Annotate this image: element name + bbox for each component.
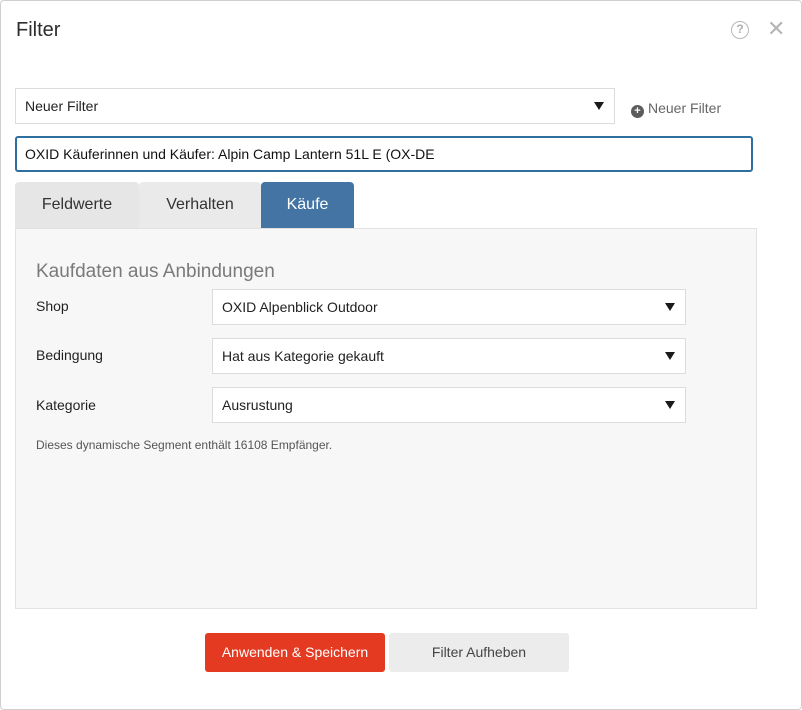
shop-select-value: OXID Alpenblick Outdoor	[222, 299, 378, 315]
apply-save-button[interactable]: Anwenden & Speichern	[205, 633, 385, 672]
help-icon[interactable]: ?	[731, 21, 749, 39]
new-filter-label: Neuer Filter	[648, 100, 722, 116]
category-label: Kategorie	[36, 397, 96, 413]
condition-label: Bedingung	[36, 347, 103, 363]
category-select[interactable]: Ausrustung	[212, 387, 686, 423]
caret-down-icon	[665, 303, 675, 311]
shop-label: Shop	[36, 298, 69, 314]
shop-select[interactable]: OXID Alpenblick Outdoor	[212, 289, 686, 325]
caret-down-icon	[665, 401, 675, 409]
caret-down-icon	[594, 102, 604, 110]
filter-select-value: Neuer Filter	[25, 98, 99, 114]
new-filter-button[interactable]: + Neuer Filter	[631, 98, 721, 118]
reset-filter-button[interactable]: Filter Aufheben	[389, 633, 569, 672]
condition-select-value: Hat aus Kategorie gekauft	[222, 348, 384, 364]
close-icon[interactable]: ✕	[767, 17, 785, 41]
tab-verhalten[interactable]: Verhalten	[139, 182, 261, 228]
filter-name-input[interactable]	[15, 136, 753, 172]
dialog-title: Filter	[16, 19, 61, 41]
segment-info: Dieses dynamische Segment enthält 16108 …	[36, 438, 333, 452]
section-title: Kaufdaten aus Anbindungen	[36, 261, 275, 282]
caret-down-icon	[665, 352, 675, 360]
plus-circle-icon: +	[631, 105, 644, 118]
tab-feldwerte[interactable]: Feldwerte	[15, 182, 139, 228]
filter-select[interactable]: Neuer Filter	[15, 88, 615, 124]
condition-select[interactable]: Hat aus Kategorie gekauft	[212, 338, 686, 374]
tab-kaeufe[interactable]: Käufe	[261, 182, 354, 228]
category-select-value: Ausrustung	[222, 397, 293, 413]
